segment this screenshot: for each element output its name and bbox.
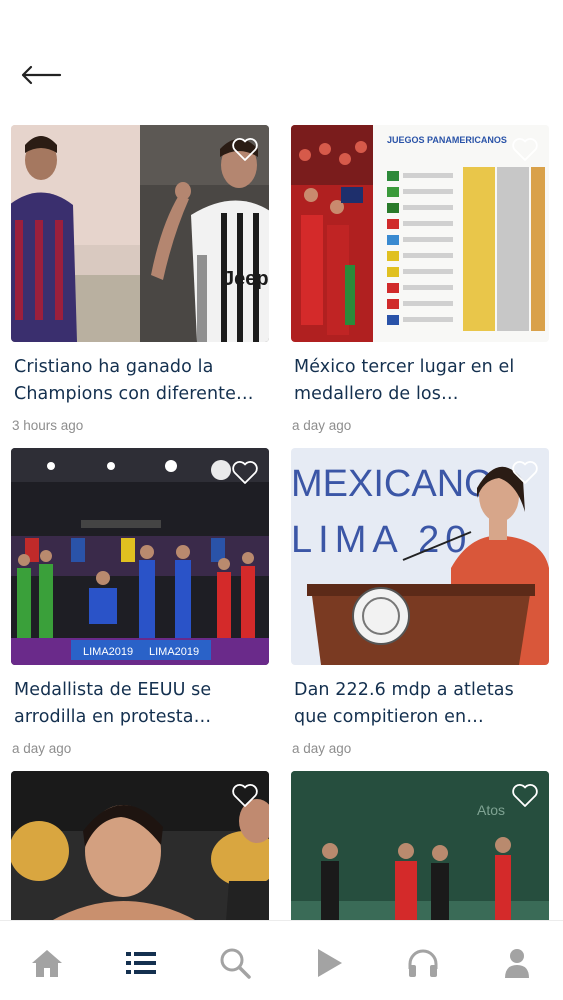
image-board-text: LIMA2019 [83,646,133,658]
article-card[interactable]: MEXICANO LIMA 20 Dan 222.6 mdp a atletas [291,448,549,756]
article-timestamp: a day ago [292,418,352,433]
article-title[interactable]: Cristiano ha ganado la Champions con dif… [11,354,269,408]
image-banner-text: LIMA 20 [291,519,472,561]
article-card[interactable]: LIMA2019 LIMA2019 Medallista de EEUU se … [11,448,269,756]
nav-video[interactable] [309,943,349,983]
arrow-left-icon [21,65,62,85]
favorite-heart-icon[interactable] [511,136,539,162]
image-board-text: LIMA2019 [149,646,199,658]
nav-audio[interactable] [403,943,443,983]
nav-home[interactable] [27,943,67,983]
list-icon [126,952,156,974]
favorite-heart-icon[interactable] [231,459,259,485]
article-timestamp: a day ago [12,741,72,756]
favorite-heart-icon[interactable] [231,136,259,162]
nav-profile[interactable] [497,943,537,983]
home-icon [32,950,62,977]
play-icon [318,949,342,977]
image-wall-text: Atos [477,802,505,818]
nav-list[interactable] [121,943,161,983]
news-list-screen: Jeep Cristiano ha ganado la Champions co… [0,0,563,1000]
image-banner-text: JUEGOS PANAMERICANOS [387,135,507,145]
article-card[interactable]: JUEGOS PANAMERICANOS México tercer lugar… [291,125,549,433]
nav-search[interactable] [215,943,255,983]
svg-text:Jeep: Jeep [223,268,269,290]
bottom-nav-bar [0,920,563,1000]
headphones-icon [408,949,438,977]
image-banner-text: MEXICANO [291,463,494,505]
search-icon [220,948,251,979]
article-timestamp: 3 hours ago [12,418,84,433]
article-image[interactable]: LIMA2019 LIMA2019 [11,448,269,665]
favorite-heart-icon[interactable] [511,459,539,485]
article-image[interactable]: JUEGOS PANAMERICANOS [291,125,549,342]
article-title[interactable]: Medallista de EEUU se arrodilla en prote… [11,677,269,731]
article-title[interactable]: México tercer lugar en el medallero de l… [291,354,549,408]
favorite-heart-icon[interactable] [511,782,539,808]
article-image[interactable]: Jeep [11,125,269,342]
user-icon [505,949,529,978]
article-grid: Jeep Cristiano ha ganado la Champions co… [0,0,563,988]
favorite-heart-icon[interactable] [231,782,259,808]
article-timestamp: a day ago [292,741,352,756]
article-title[interactable]: Dan 222.6 mdp a atletas que compitieron … [291,677,549,731]
article-image[interactable]: MEXICANO LIMA 20 [291,448,549,665]
back-button[interactable] [20,58,68,92]
article-card[interactable]: Jeep Cristiano ha ganado la Champions co… [11,125,269,433]
